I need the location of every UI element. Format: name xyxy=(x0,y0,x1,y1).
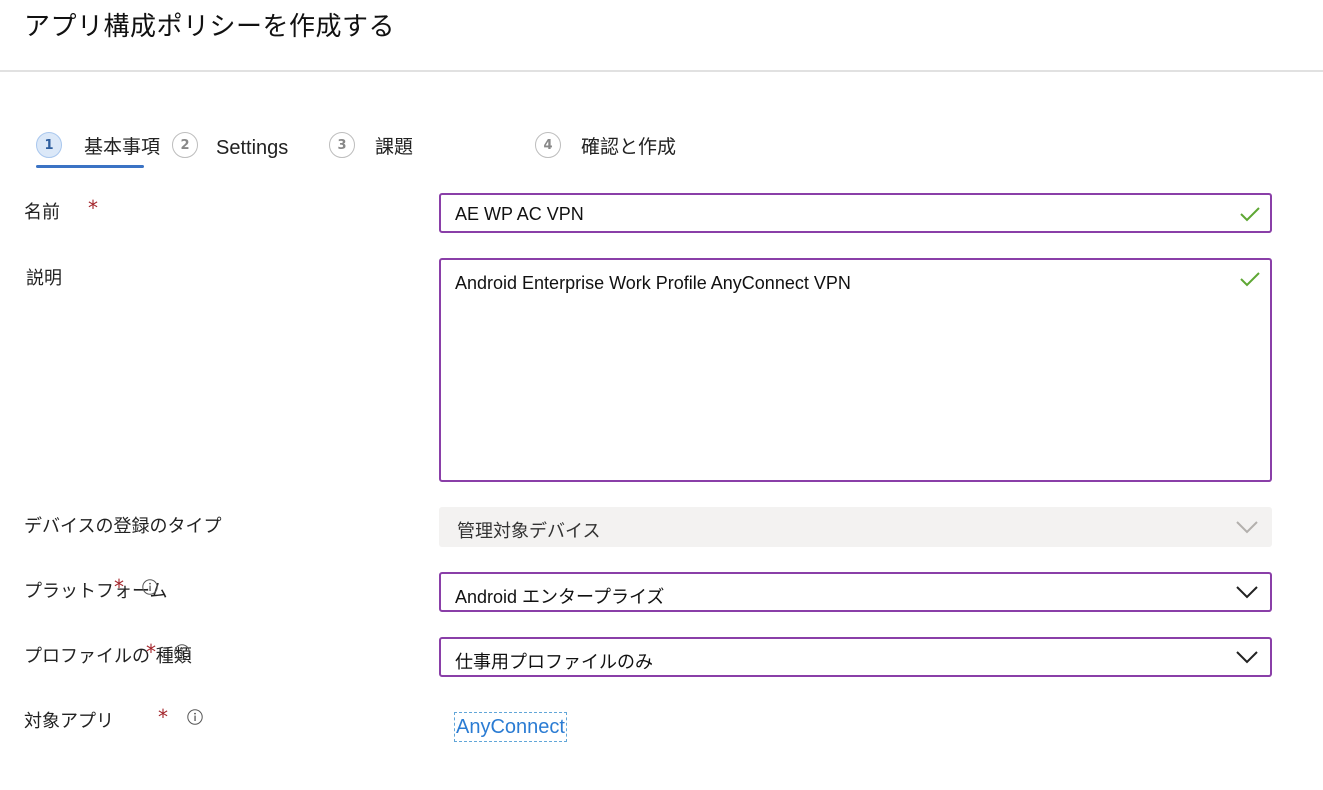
step-label: 確認と作成 xyxy=(581,135,677,158)
step-label: 基本事項 xyxy=(84,135,161,158)
description-textarea[interactable]: Android Enterprise Work Profile AnyConne… xyxy=(439,258,1272,482)
enrollment-type-select: 管理対象デバイス xyxy=(439,507,1272,547)
name-value: AE WP AC VPN xyxy=(455,204,584,224)
check-icon xyxy=(1240,207,1260,222)
enrollment-type-label: デバイスの登録のタイプ xyxy=(24,516,222,537)
chevron-down-icon xyxy=(1236,521,1258,534)
info-icon[interactable] xyxy=(187,709,203,725)
required-asterisk: * xyxy=(114,575,124,599)
enrollment-type-value: 管理対象デバイス xyxy=(457,521,601,542)
chevron-down-icon xyxy=(1236,651,1258,664)
step-assignments[interactable]: 3 課題 xyxy=(329,130,413,160)
active-step-indicator xyxy=(36,165,144,168)
platform-value: Android エンタープライズ xyxy=(455,587,665,607)
step-number: 4 xyxy=(535,132,561,158)
step-settings[interactable]: 2 Settings xyxy=(172,130,288,160)
chevron-down-icon xyxy=(1236,586,1258,599)
step-label: Settings xyxy=(216,136,289,159)
info-icon[interactable] xyxy=(174,644,190,660)
target-app-label: 対象アプリ xyxy=(24,711,114,732)
step-number: 2 xyxy=(172,132,198,158)
required-asterisk: * xyxy=(146,640,156,664)
header-divider xyxy=(0,70,1323,72)
step-number: 1 xyxy=(36,132,62,158)
profile-type-value: 仕事用プロファイルのみ xyxy=(455,652,653,673)
target-app-link[interactable]: AnyConnect xyxy=(454,712,567,742)
profile-type-label: プロファイルの 種類 xyxy=(24,646,192,667)
description-value: Android Enterprise Work Profile AnyConne… xyxy=(455,273,851,293)
required-asterisk: * xyxy=(158,705,168,729)
step-number: 3 xyxy=(329,132,355,158)
platform-select[interactable]: Android エンタープライズ xyxy=(439,572,1272,612)
name-label: 名前 xyxy=(24,202,60,223)
page-title: アプリ構成ポリシーを作成する xyxy=(24,12,396,42)
info-icon[interactable] xyxy=(142,579,158,595)
description-label: 説明 xyxy=(26,268,62,289)
check-icon xyxy=(1240,272,1260,287)
step-label: 課題 xyxy=(375,135,414,158)
step-basics[interactable]: 1 基本事項 xyxy=(36,130,160,160)
step-review-create[interactable]: 4 確認と作成 xyxy=(535,130,676,160)
name-input[interactable]: AE WP AC VPN xyxy=(439,193,1272,233)
profile-type-select[interactable]: 仕事用プロファイルのみ xyxy=(439,637,1272,677)
required-asterisk: * xyxy=(88,196,98,220)
